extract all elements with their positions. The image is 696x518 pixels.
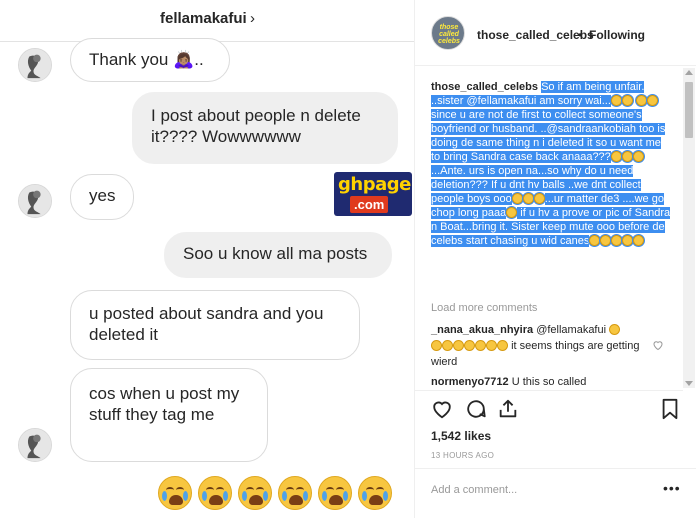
sender-avatar[interactable]	[18, 184, 52, 218]
message-bubble-incoming: cos when u post my stuff they tag me	[70, 368, 268, 462]
comment: normenyo7712 U this so called	[431, 376, 586, 388]
crying-emoji-icon	[453, 340, 464, 351]
instagram-post-panel: those called celebs those_called_celebs …	[414, 0, 696, 518]
account-username[interactable]: those_called_celebs	[477, 28, 594, 42]
crying-emoji-icon	[633, 235, 645, 246]
ghpage-watermark-logo: ghpage .com	[334, 172, 412, 216]
message-bubble-incoming: u posted about sandra and you deleted it	[70, 290, 360, 360]
grinning-emoji-icon	[600, 235, 612, 246]
scrollbar-thumb[interactable]	[685, 82, 693, 138]
crying-emoji-icon	[497, 340, 508, 351]
chevron-right-icon[interactable]: ›	[250, 10, 255, 27]
message-bubble-incoming: Thank you 🙇🏽‍♀️..	[70, 38, 230, 82]
crying-emoji-icon	[635, 95, 647, 106]
dm-username[interactable]: fellamakafui	[160, 10, 247, 27]
crying-emoji-icon	[431, 340, 442, 351]
more-options-icon[interactable]: •••	[663, 480, 681, 496]
crying-emoji-icon	[610, 151, 622, 162]
crying-emoji-icon	[158, 476, 192, 510]
comment-mention[interactable]: @fellamakafui	[536, 324, 606, 336]
crying-emoji-icon	[198, 476, 232, 510]
crying-emoji-icon	[610, 95, 622, 106]
message-bubble-incoming: yes	[70, 174, 134, 220]
likes-count[interactable]: 1,542 likes	[431, 429, 491, 443]
sender-avatar[interactable]	[18, 428, 52, 462]
following-button[interactable]: Following	[589, 28, 645, 42]
message-bubble-outgoing: Soo u know all ma posts	[164, 232, 392, 278]
comment-username[interactable]: normenyo7712	[431, 376, 509, 388]
comment: _nana_akua_nhyira @fellamakafui it seems…	[431, 322, 653, 370]
comment-text: U this so called	[511, 376, 587, 388]
caption-username[interactable]: those_called_celebs	[431, 81, 538, 93]
crying-emoji-icon	[632, 151, 644, 162]
post-caption: those_called_celebs So if am being unfai…	[431, 80, 671, 248]
dm-screenshot: fellamakafui › Thank you 🙇🏽‍♀️.. I post …	[0, 0, 414, 518]
heart-icon[interactable]	[431, 398, 453, 420]
post-header: those called celebs those_called_celebs …	[415, 0, 696, 66]
watermark-text: ghpage	[338, 174, 411, 195]
crying-emoji-icon	[646, 95, 658, 106]
scroll-down-arrow-icon[interactable]	[685, 381, 693, 386]
comment-heart-icon[interactable]	[652, 339, 664, 351]
crying-emoji-icon	[442, 340, 453, 351]
dm-header: fellamakafui ›	[0, 0, 414, 42]
sender-avatar[interactable]	[18, 48, 52, 82]
post-timestamp[interactable]: 13 HOURS AGO	[431, 451, 494, 460]
grinning-emoji-icon	[533, 193, 545, 204]
crying-emoji-icon	[475, 340, 486, 351]
crying-emoji-icon	[622, 235, 634, 246]
divider	[415, 468, 696, 469]
add-comment-input[interactable]: Add a comment...	[431, 484, 517, 496]
crying-emoji-icon	[358, 476, 392, 510]
crying-emoji-icon	[621, 95, 633, 106]
scroll-up-arrow-icon[interactable]	[685, 70, 693, 75]
post-actions	[431, 398, 681, 422]
crying-emoji-icon	[278, 476, 312, 510]
crying-emoji-icon	[609, 324, 621, 335]
comments-scrollbar[interactable]	[683, 68, 695, 388]
comment-username[interactable]: _nana_akua_nhyira	[431, 324, 533, 336]
account-avatar-text: those called celebs	[438, 24, 460, 45]
grinning-emoji-icon	[522, 193, 534, 204]
account-avatar[interactable]: those called celebs	[431, 16, 465, 50]
crying-emoji-icon	[621, 151, 633, 162]
reaction-emoji-row	[158, 476, 392, 510]
bookmark-icon[interactable]	[659, 398, 681, 420]
divider	[415, 390, 683, 391]
share-icon[interactable]	[497, 398, 519, 420]
grinning-emoji-icon	[589, 235, 601, 246]
crying-emoji-icon	[238, 476, 272, 510]
crying-emoji-icon	[318, 476, 352, 510]
crying-emoji-icon	[486, 340, 497, 351]
load-more-comments-link[interactable]: Load more comments	[431, 302, 537, 314]
separator-dot: •	[578, 28, 583, 42]
message-bubble-outgoing: I post about people n delete it???? Woww…	[132, 92, 398, 164]
watermark-domain: .com	[350, 196, 389, 213]
surprised-emoji-icon	[506, 207, 518, 218]
comment-icon[interactable]	[465, 398, 487, 420]
crying-emoji-icon	[464, 340, 475, 351]
grinning-emoji-icon	[611, 235, 623, 246]
grinning-emoji-icon	[511, 193, 523, 204]
